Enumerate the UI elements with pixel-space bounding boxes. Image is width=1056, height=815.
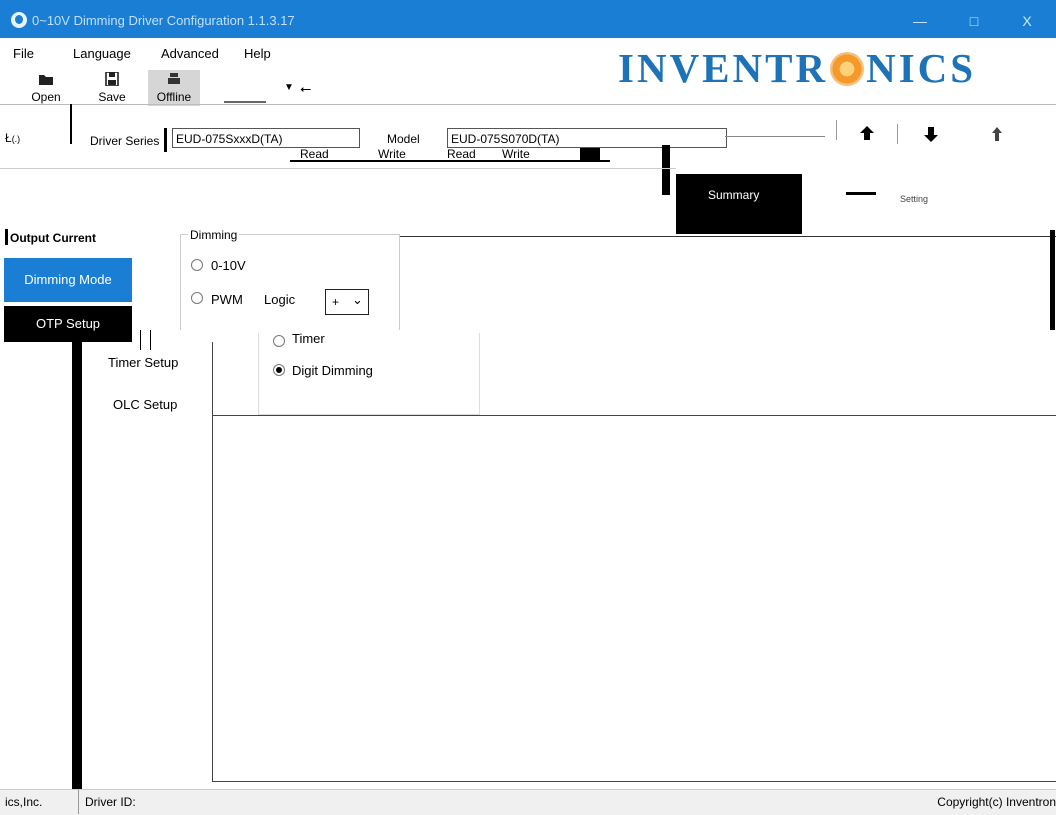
main-panel [212,415,1056,782]
divider [164,128,167,152]
save-icon [105,72,119,86]
chevron-down-icon: ⌄ [352,292,363,307]
maximize-button[interactable]: □ [951,8,997,34]
radio-digit-dimming[interactable] [273,364,285,376]
divider [150,330,151,350]
divider [400,236,1056,237]
status-bar [0,789,1056,815]
driver-series-field[interactable]: EUD-075SxxxD(TA) [172,128,360,148]
divider [662,145,670,195]
logic-value: + [332,295,340,309]
divider [140,330,141,350]
divider [897,124,898,144]
write-button[interactable]: Write [378,147,406,161]
logo-sun-icon [830,52,865,86]
app-icon [11,12,27,28]
save-label: Save [98,90,126,104]
setting-label: Setting [900,194,929,204]
menu-file[interactable]: File [13,46,34,61]
arrow-up-icon[interactable] [990,126,1004,142]
divider [78,790,79,814]
dimming-group-title: Dimming [188,228,240,242]
save-button[interactable]: Save [86,70,138,106]
menu-help[interactable]: Help [244,46,271,61]
logo-text-right: NICS [866,45,977,91]
nav-left-border [72,342,82,789]
offline-button[interactable]: Offline [148,70,200,106]
toolbar-divider [0,104,1056,105]
summary-label: Summary [708,188,760,202]
logic-select[interactable]: + ⌄ [325,289,369,315]
open-label: Open [31,90,61,104]
read-button[interactable]: Read [300,147,329,161]
upload-icon[interactable] [858,124,876,142]
close-button[interactable]: X [1004,8,1050,34]
minimize-button[interactable]: — [897,8,943,34]
usb-icon: ⭠ [300,80,312,96]
divider [0,168,676,169]
dimming-group [180,234,400,330]
radio-0-10v[interactable] [191,259,203,271]
status-copyright: Copyright(c) Inventron [937,795,1056,809]
status-company: ics,Inc. [5,795,43,809]
nav-output-current[interactable]: Output Current [10,231,96,245]
divider [290,160,610,162]
driver-series-label: Driver Series [90,134,160,148]
divider [580,148,600,160]
divider [846,192,876,195]
label-0-10v: 0-10V [211,258,246,273]
write-button-2[interactable]: Write [502,147,530,161]
status-driver-id: Driver ID: [85,795,136,809]
model-field[interactable]: EUD-075S070D(TA) [447,128,727,148]
logic-label: Logic [264,292,296,307]
window-title: 0~10V Dimming Driver Configuration 1.1.3… [32,13,295,28]
logo-text-left: INVENTR [618,45,829,91]
read-button-2[interactable]: Read [447,147,476,161]
summary-panel[interactable]: Summary [676,174,802,234]
combo-underline [224,101,266,103]
label-timer: Timer [292,331,325,346]
divider [725,136,825,137]
folder-icon [39,75,53,85]
divider [836,120,837,140]
port-combo[interactable] [217,74,279,104]
combo-arrow-icon[interactable]: ▼ [284,82,294,93]
label-pwm: PWM [211,292,243,307]
nav-olc-setup[interactable]: OLC Setup [113,397,177,412]
inventronics-logo: INVENTR NICS [618,44,976,92]
nav-dimming-mode[interactable]: Dimming Mode [4,258,132,302]
menu-advanced[interactable]: Advanced [161,46,219,61]
label-digit-dimming: Digit Dimming [292,363,373,378]
divider [1050,230,1055,330]
nav-timer-setup[interactable]: Timer Setup [108,355,178,370]
nav-otp-setup[interactable]: OTP Setup [4,306,132,342]
offline-icon [168,73,180,84]
radio-pwm[interactable] [191,292,203,304]
model-label: Model [387,132,420,146]
open-button[interactable]: Open [20,70,72,106]
menu-language[interactable]: Language [73,46,131,61]
divider [70,104,72,144]
radio-timer[interactable] [273,335,285,347]
download-icon[interactable] [922,124,940,144]
tab-fragment: Ł(.) [5,131,21,145]
offline-label: Offline [156,90,192,104]
divider [5,229,8,245]
